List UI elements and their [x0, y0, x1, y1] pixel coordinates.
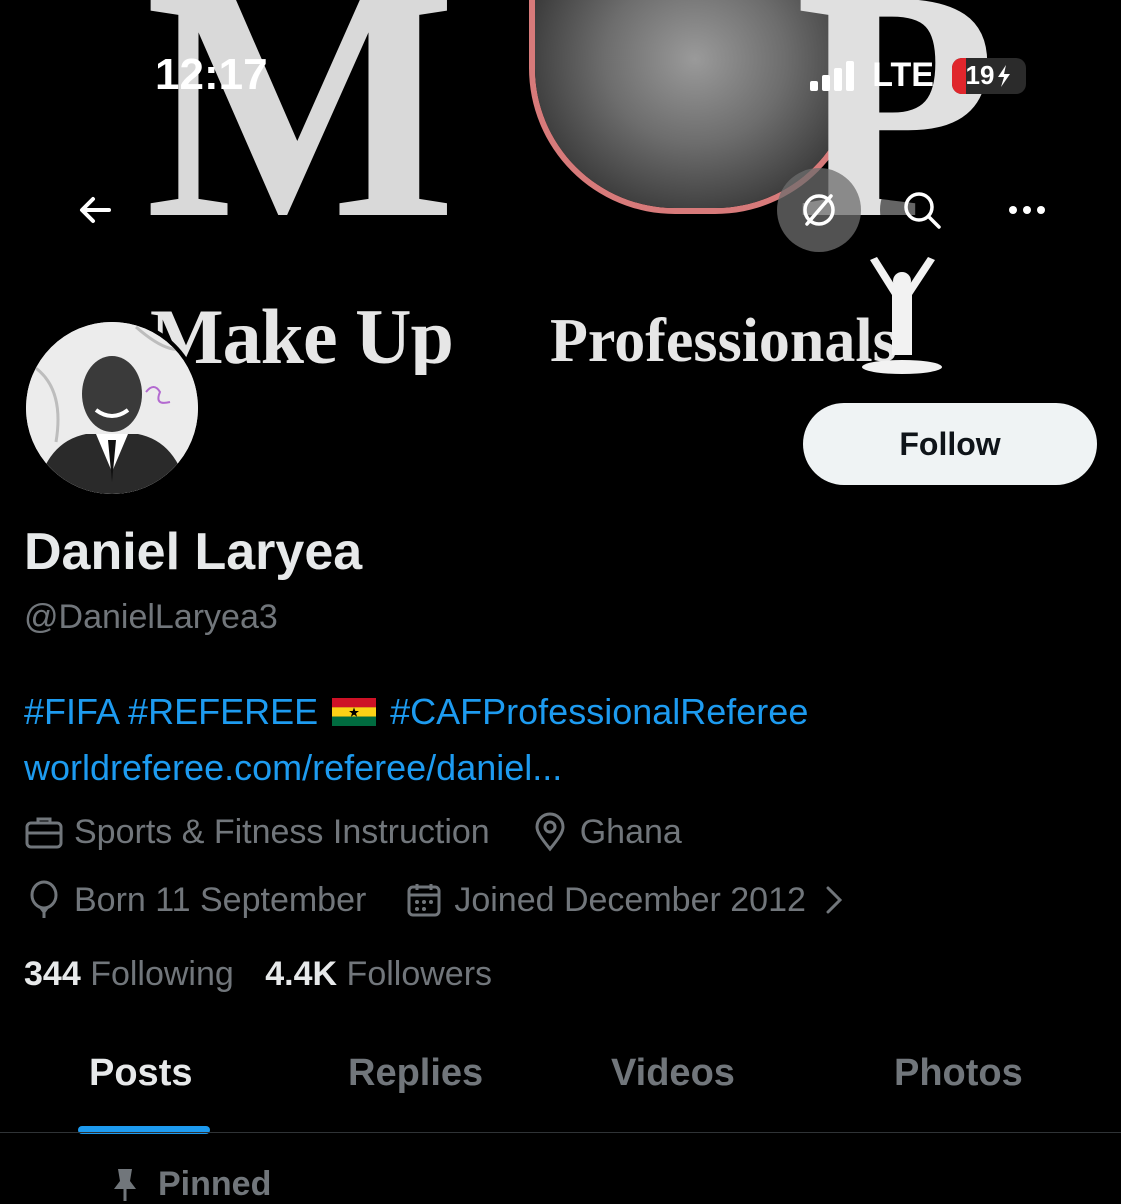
- profile-avatar[interactable]: [22, 318, 202, 498]
- followers-link[interactable]: 4.4K Followers: [265, 955, 492, 993]
- profile-bio: #FIFA #REFEREE #CAFProfessionalReferee w…: [24, 684, 808, 796]
- search-icon: [904, 192, 941, 229]
- profile-tabs: Posts Replies Videos Photos: [0, 1040, 1121, 1134]
- banner-brand-part2: Professionals: [550, 307, 897, 375]
- slash-circle-icon: [803, 194, 835, 226]
- location-pin-icon: [530, 812, 570, 852]
- battery-level: 19: [965, 60, 995, 90]
- banner-letter-m: M: [145, 0, 457, 287]
- chevron-right-icon[interactable]: [814, 880, 854, 920]
- tab-posts[interactable]: Posts: [89, 1052, 192, 1095]
- banner-brand-text: Make Up Professionals: [150, 292, 897, 375]
- grok-button[interactable]: [777, 168, 861, 252]
- profile-meta-row-1: Sports & Fitness Instruction Ghana: [24, 812, 682, 852]
- banner-brand-part1: Make Up: [150, 293, 454, 375]
- banner-artwork: M P: [145, 0, 1005, 287]
- cell-signal-icon: [810, 60, 855, 91]
- follow-counts: 344 Following 4.4K Followers: [24, 955, 492, 994]
- ghana-flag-icon: [332, 698, 377, 726]
- avatar-photo: [26, 322, 198, 494]
- followers-count: 4.4K: [265, 955, 338, 993]
- tab-videos[interactable]: Videos: [611, 1052, 735, 1095]
- profile-meta-row-2: Born 11 September Joined December 2012: [24, 880, 864, 920]
- more-horizontal-icon: [1009, 206, 1045, 214]
- followers-label: Followers: [346, 955, 493, 993]
- more-button[interactable]: [985, 168, 1069, 252]
- profile-category: Sports & Fitness Instruction: [74, 812, 490, 851]
- following-label: Following: [90, 955, 234, 993]
- briefcase-icon: [24, 812, 64, 852]
- profile-location: Ghana: [579, 812, 682, 851]
- tabs-divider: [0, 1132, 1121, 1133]
- bio-hashtag-caf[interactable]: #CAFProfessionalReferee: [390, 691, 808, 732]
- profile-birthday: Born 11 September: [74, 880, 367, 919]
- pinned-label: Pinned: [158, 1165, 272, 1203]
- pin-icon: [114, 1168, 136, 1201]
- profile-handle: @DanielLaryea3: [24, 598, 278, 636]
- following-link[interactable]: 344 Following: [24, 955, 234, 993]
- profile-website-link[interactable]: worldreferee.com/referee/daniel...: [24, 740, 808, 796]
- status-indicators: LTE 19: [810, 56, 1026, 95]
- bio-hashtags[interactable]: #FIFA #REFEREE: [24, 691, 318, 732]
- following-count: 344: [24, 955, 81, 993]
- balloon-icon: [24, 880, 64, 920]
- tab-photos[interactable]: Photos: [894, 1052, 1023, 1095]
- search-button[interactable]: [880, 168, 964, 252]
- arrow-left-icon: [80, 197, 111, 223]
- back-button[interactable]: [53, 168, 137, 252]
- battery-icon: 19: [952, 57, 1026, 94]
- network-type: LTE: [872, 56, 934, 94]
- pinned-header: Pinned: [110, 1165, 271, 1204]
- profile-name: Daniel Laryea: [24, 523, 363, 581]
- profile-joined[interactable]: Joined December 2012: [454, 881, 806, 920]
- banner-figure-icon: [862, 257, 942, 374]
- tab-replies[interactable]: Replies: [348, 1052, 483, 1095]
- calendar-icon: [404, 880, 444, 920]
- status-time: 12:17: [155, 50, 268, 99]
- follow-button[interactable]: Follow: [803, 403, 1097, 485]
